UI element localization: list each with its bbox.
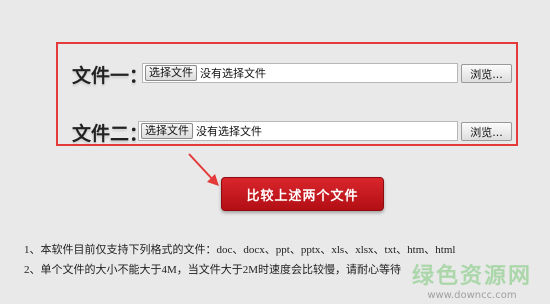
file-1-label: 文件一： (72, 65, 149, 87)
file-2-choose-button[interactable]: 选择文件 (141, 123, 193, 139)
file-2-label: 文件二： (72, 123, 149, 145)
compare-files-button[interactable]: 比较上述两个文件 (221, 177, 384, 211)
file-2-browse-button[interactable]: 浏览... (461, 122, 512, 141)
file-1-choose-button[interactable]: 选择文件 (145, 65, 197, 81)
file-2-input[interactable]: 选择文件 没有选择文件 (138, 121, 458, 141)
file-1-browse-button[interactable]: 浏览... (461, 64, 512, 83)
red-arrow-icon (188, 153, 219, 186)
note-line-1: 1、本软件目前仅支持下列格式的文件：doc、docx、ppt、pptx、xls、… (24, 244, 456, 256)
file-2-status: 没有选择文件 (196, 125, 262, 138)
file-1-status: 没有选择文件 (200, 67, 266, 80)
file-1-input[interactable]: 选择文件 没有选择文件 (142, 63, 458, 83)
site-watermark: 绿色资源网 www.downcc.com (412, 264, 532, 302)
watermark-url: www.downcc.com (427, 290, 517, 301)
file-upload-panel: 文件一： 选择文件 没有选择文件 浏览... 文件二： 选择文件 没有选择文件 … (56, 42, 518, 146)
watermark-text: 绿色资源网 (411, 264, 532, 289)
